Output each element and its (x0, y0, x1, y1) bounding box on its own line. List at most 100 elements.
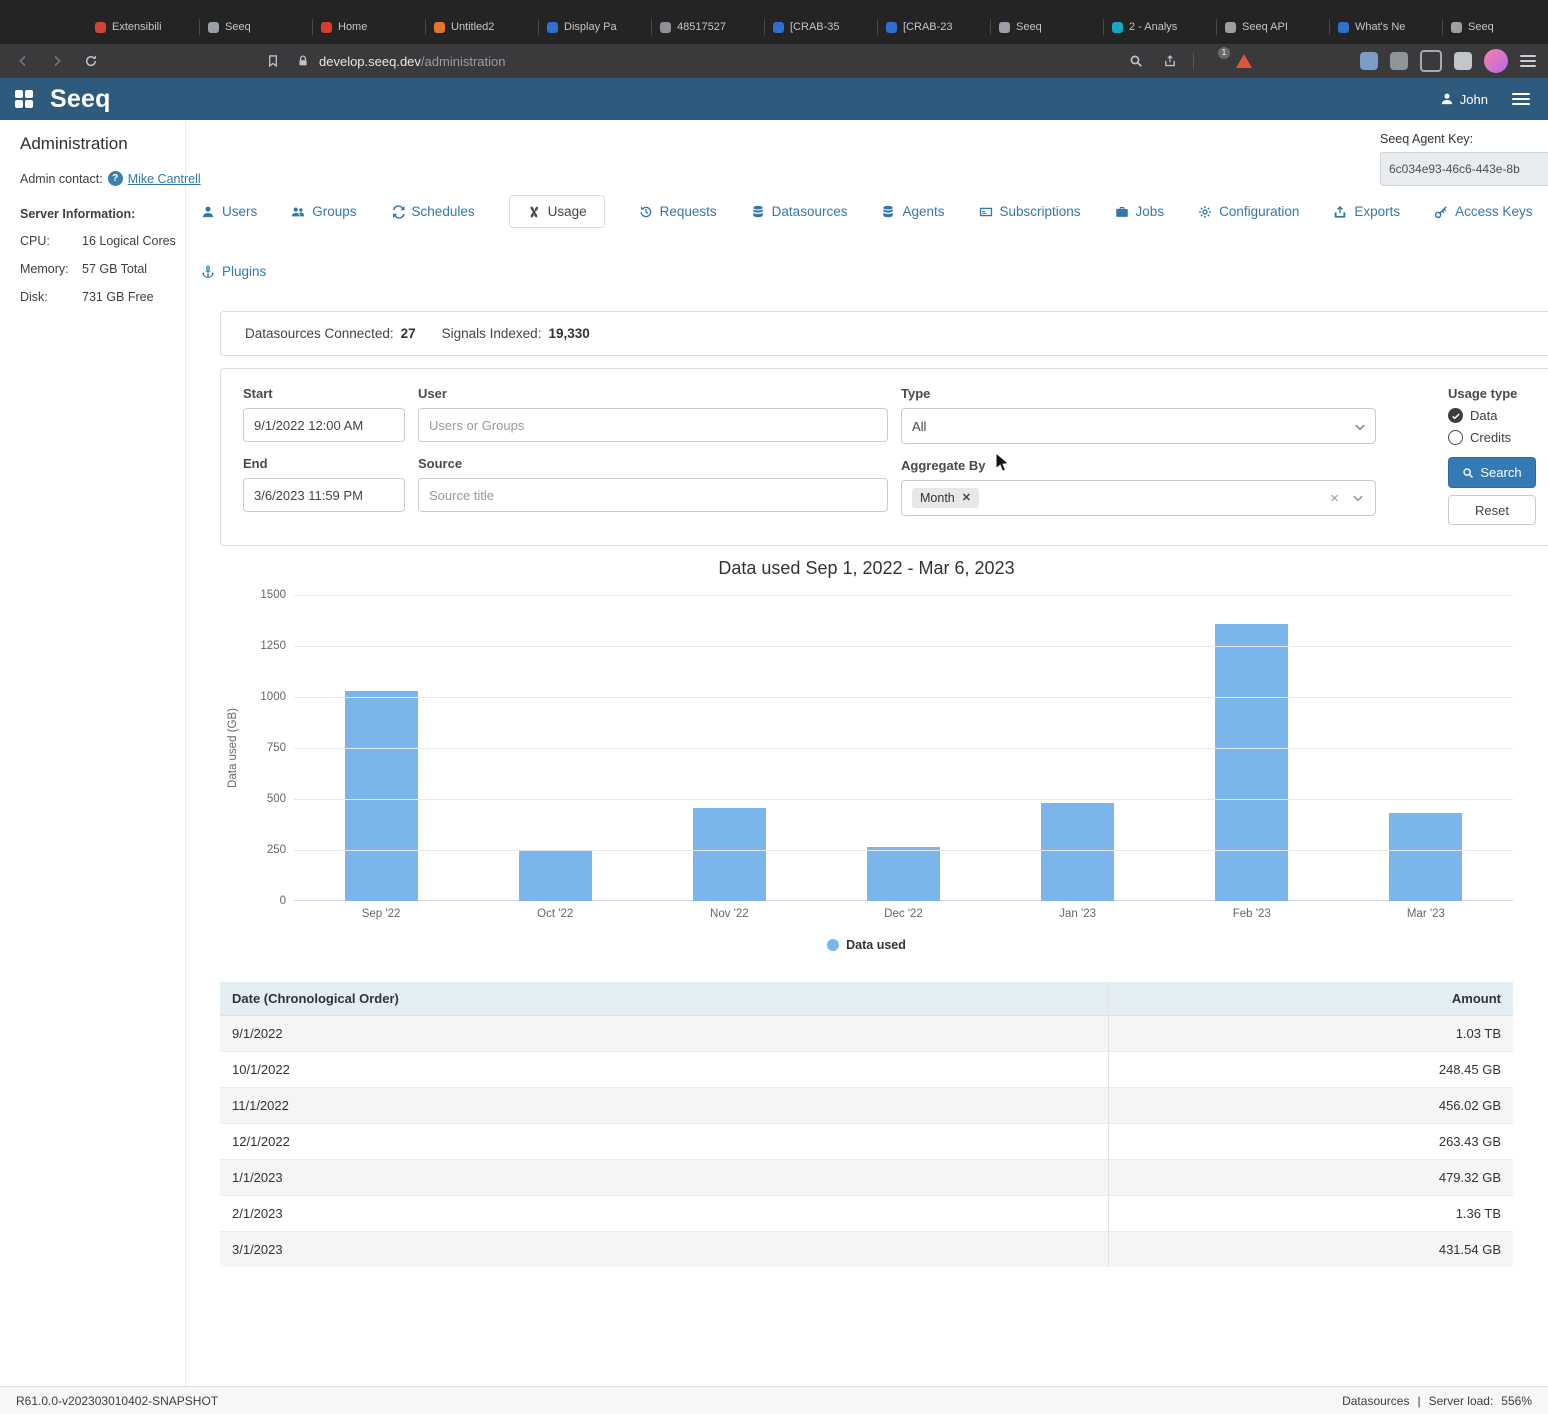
help-icon[interactable]: ? (108, 171, 123, 186)
tab-subscriptions[interactable]: Subscriptions (979, 196, 1081, 227)
bar-Jan-'23 (1041, 803, 1114, 901)
browser-tab[interactable]: Extensibili (86, 10, 199, 44)
browser-tab[interactable]: Seeq (1442, 10, 1548, 44)
browser-tab[interactable]: Home (312, 10, 425, 44)
cell-date: 10/1/2022 (220, 1052, 1109, 1088)
cell-date: 3/1/2023 (220, 1232, 1109, 1268)
tab-usage[interactable]: Usage (509, 195, 605, 228)
cell-date: 12/1/2022 (220, 1124, 1109, 1160)
search-button[interactable]: Search (1448, 457, 1536, 488)
tab-requests[interactable]: Requests (639, 196, 717, 227)
end-date-input[interactable] (243, 478, 405, 512)
bar-slot (1339, 813, 1513, 901)
clear-icon[interactable]: × (1330, 491, 1339, 506)
user-menu[interactable]: John (1440, 92, 1488, 107)
tab-configuration[interactable]: Configuration (1198, 196, 1299, 227)
cell-amount: 456.02 GB (1109, 1088, 1514, 1124)
browser-tab[interactable]: [CRAB-35 (764, 10, 877, 44)
forward-button[interactable] (46, 54, 68, 68)
tab-users[interactable]: Users (201, 196, 257, 227)
agent-key-input[interactable] (1380, 152, 1548, 186)
datasources-link[interactable]: Datasources (1342, 1394, 1409, 1408)
browser-menu-button[interactable] (1520, 55, 1536, 67)
browser-tab[interactable]: Display Pa (538, 10, 651, 44)
bar-Sep-'22 (345, 691, 418, 901)
back-icon (16, 54, 30, 68)
browser-tab[interactable]: Seeq (199, 10, 312, 44)
seeq-logo[interactable]: Seeq (50, 85, 111, 114)
browser-tab[interactable]: What's Ne (1329, 10, 1442, 44)
memory-row: Memory: 57 GB Total (20, 262, 185, 276)
tab-datasources[interactable]: Datasources (751, 196, 848, 227)
grid-icon (15, 90, 33, 108)
aggregate-tag[interactable]: Month ✕ (912, 488, 979, 508)
browser-tab[interactable]: Untitled2 (425, 10, 538, 44)
share-icon[interactable] (1159, 54, 1181, 68)
type-select-value[interactable]: All (901, 408, 1376, 444)
bar-slot (468, 850, 642, 901)
brave-shield-button[interactable]: 1 (1206, 52, 1224, 71)
radio-credits-label: Credits (1470, 430, 1511, 445)
tab-label: Datasources (772, 204, 848, 219)
chevron-down-icon[interactable] (1353, 420, 1367, 434)
user-icon (1440, 92, 1454, 106)
gridline (294, 697, 1513, 698)
tab-access-keys[interactable]: Access Keys (1434, 196, 1532, 227)
bar-Nov-'22 (693, 808, 766, 901)
tab-favicon (660, 22, 671, 33)
warning-triangle-icon[interactable] (1236, 54, 1252, 68)
agent-key-block: Seeq Agent Key: (1380, 132, 1548, 186)
tab-exports[interactable]: Exports (1333, 196, 1400, 227)
reload-icon (84, 54, 98, 68)
export-icon (1333, 205, 1347, 219)
reset-button[interactable]: Reset (1448, 495, 1536, 525)
app-grid-button[interactable] (0, 78, 48, 120)
start-date-input[interactable] (243, 408, 405, 442)
user-icon (201, 205, 215, 219)
cell-amount: 248.45 GB (1109, 1052, 1514, 1088)
type-select[interactable]: Type All (901, 386, 1376, 444)
reload-button[interactable] (80, 54, 102, 68)
zoom-icon[interactable] (1125, 54, 1147, 68)
sidebar-toggle-icon[interactable] (1420, 50, 1442, 72)
radio-data[interactable]: Data (1448, 408, 1536, 423)
disk-value: 731 GB Free (82, 290, 154, 304)
site-security-icon[interactable] (296, 54, 310, 68)
aggregate-multiselect[interactable]: Month ✕ × (901, 480, 1376, 516)
app-menu-button[interactable] (1512, 93, 1530, 105)
x-axis-label: Sep '22 (294, 908, 468, 920)
browser-tab[interactable]: Seeq (990, 10, 1103, 44)
source-input[interactable] (418, 478, 888, 512)
tab-jobs[interactable]: Jobs (1115, 196, 1165, 227)
address-bar[interactable]: develop.seeq.dev/administration (296, 54, 505, 69)
extension-icon[interactable] (1390, 52, 1408, 70)
browser-tab[interactable]: [CRAB-23 (877, 10, 990, 44)
tab-title: Untitled2 (451, 21, 529, 33)
y-tick-label: 1250 (260, 640, 286, 652)
users-icon (291, 205, 305, 219)
tab-plugins[interactable]: Plugins (201, 256, 266, 287)
tab-agents[interactable]: Agents (881, 196, 944, 227)
page-title: Administration (20, 134, 185, 154)
shield-badge: 1 (1218, 47, 1230, 59)
wallet-icon[interactable] (1454, 52, 1472, 70)
bookmark-icon[interactable] (262, 54, 284, 68)
tab-label: Requests (660, 204, 717, 219)
user-input[interactable] (418, 408, 888, 442)
tab-title: [CRAB-23 (903, 21, 981, 33)
chart-legend[interactable]: Data used (220, 938, 1513, 952)
tab-groups[interactable]: Groups (291, 196, 356, 227)
browser-tab[interactable]: 2 - Analys (1103, 10, 1216, 44)
extension-icon[interactable] (1360, 52, 1378, 70)
back-button[interactable] (12, 54, 34, 68)
profile-avatar[interactable] (1484, 49, 1508, 73)
tag-remove-icon[interactable]: ✕ (962, 493, 971, 504)
tab-title: Extensibili (112, 21, 190, 33)
radio-credits[interactable]: Credits (1448, 430, 1536, 445)
tab-schedules[interactable]: Schedules (391, 196, 475, 227)
browser-tab[interactable]: 48517527 (651, 10, 764, 44)
browser-tab[interactable]: Seeq API (1216, 10, 1329, 44)
search-icon (1462, 466, 1474, 480)
chevron-down-icon[interactable] (1351, 491, 1365, 505)
table-row: 9/1/20221.03 TB (220, 1016, 1513, 1052)
